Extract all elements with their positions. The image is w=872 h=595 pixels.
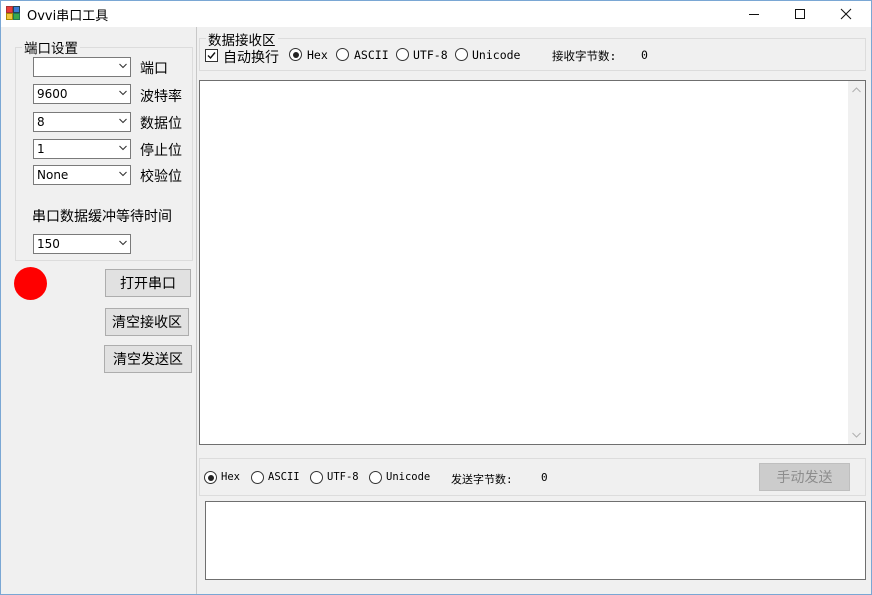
chevron-down-icon [119,145,127,151]
buffer-wait-label: 串口数据缓冲等待时间 [32,209,172,225]
receive-utf8-radio[interactable] [396,48,409,61]
send-textarea[interactable] [205,501,866,580]
receive-textarea[interactable] [199,80,866,445]
port-select[interactable] [33,57,131,77]
parity-label: 校验位 [140,169,182,185]
receive-group-title: 数据接收区 [206,29,278,49]
receive-scrollbar[interactable] [848,81,865,444]
parity-select[interactable]: None [33,165,131,185]
chevron-down-icon [119,171,127,177]
baud-rate-label: 波特率 [140,89,182,105]
receive-byte-count-label: 接收字节数: [552,49,617,63]
buffer-wait-select[interactable]: 150 [33,234,131,254]
send-unicode-radio[interactable] [369,471,382,484]
minimize-button[interactable] [731,1,777,26]
close-button[interactable] [823,1,869,26]
chevron-down-icon [119,240,127,246]
receive-ascii-radio[interactable] [336,48,349,61]
port-label: 端口 [140,61,168,77]
buffer-wait-value: 150 [37,237,60,251]
app-icon [6,6,20,20]
send-utf8-label: UTF-8 [327,471,359,483]
baud-rate-select[interactable]: 9600 [33,84,131,104]
send-ascii-radio[interactable] [251,471,264,484]
parity-value: None [37,168,69,182]
connection-status-indicator [14,267,47,300]
chevron-down-icon [119,118,127,124]
close-icon [840,8,852,19]
clear-receive-button[interactable]: 清空接收区 [105,308,189,336]
send-byte-count: 0 [541,471,548,484]
minimize-icon [749,13,759,15]
send-utf8-radio[interactable] [310,471,323,484]
send-ascii-label: ASCII [268,471,300,483]
receive-ascii-label: ASCII [354,48,389,62]
data-bits-label: 数据位 [140,116,182,132]
send-hex-label: Hex [221,471,240,483]
chevron-down-icon [119,90,127,96]
send-unicode-label: Unicode [386,471,431,483]
data-bits-select[interactable]: 8 [33,112,131,132]
auto-wrap-label: 自动换行 [223,50,279,66]
scroll-down-icon[interactable] [852,432,861,438]
baud-rate-value: 9600 [37,87,68,101]
stop-bits-select[interactable]: 1 [33,139,131,159]
receive-hex-radio[interactable] [289,48,302,61]
auto-wrap-checkbox[interactable] [205,49,218,62]
receive-utf8-label: UTF-8 [413,48,448,62]
chevron-down-icon [119,63,127,69]
open-port-button[interactable]: 打开串口 [105,269,191,297]
scroll-up-icon[interactable] [852,87,861,93]
port-settings-title: 端口设置 [22,37,80,57]
stop-bits-label: 停止位 [140,143,182,159]
maximize-icon [795,8,805,19]
receive-byte-count: 0 [641,48,648,62]
send-hex-radio[interactable] [204,471,217,484]
manual-send-button[interactable]: 手动发送 [759,463,850,491]
receive-unicode-label: Unicode [472,48,521,62]
data-bits-value: 8 [37,115,45,129]
stop-bits-value: 1 [37,142,45,156]
receive-hex-label: Hex [307,48,328,62]
clear-send-button[interactable]: 清空发送区 [104,345,192,373]
send-byte-count-label: 发送字节数: [451,473,513,486]
checkmark-icon [207,52,216,60]
window-title: Ovvi串口工具 [27,9,109,24]
maximize-button[interactable] [777,1,823,26]
receive-unicode-radio[interactable] [455,48,468,61]
